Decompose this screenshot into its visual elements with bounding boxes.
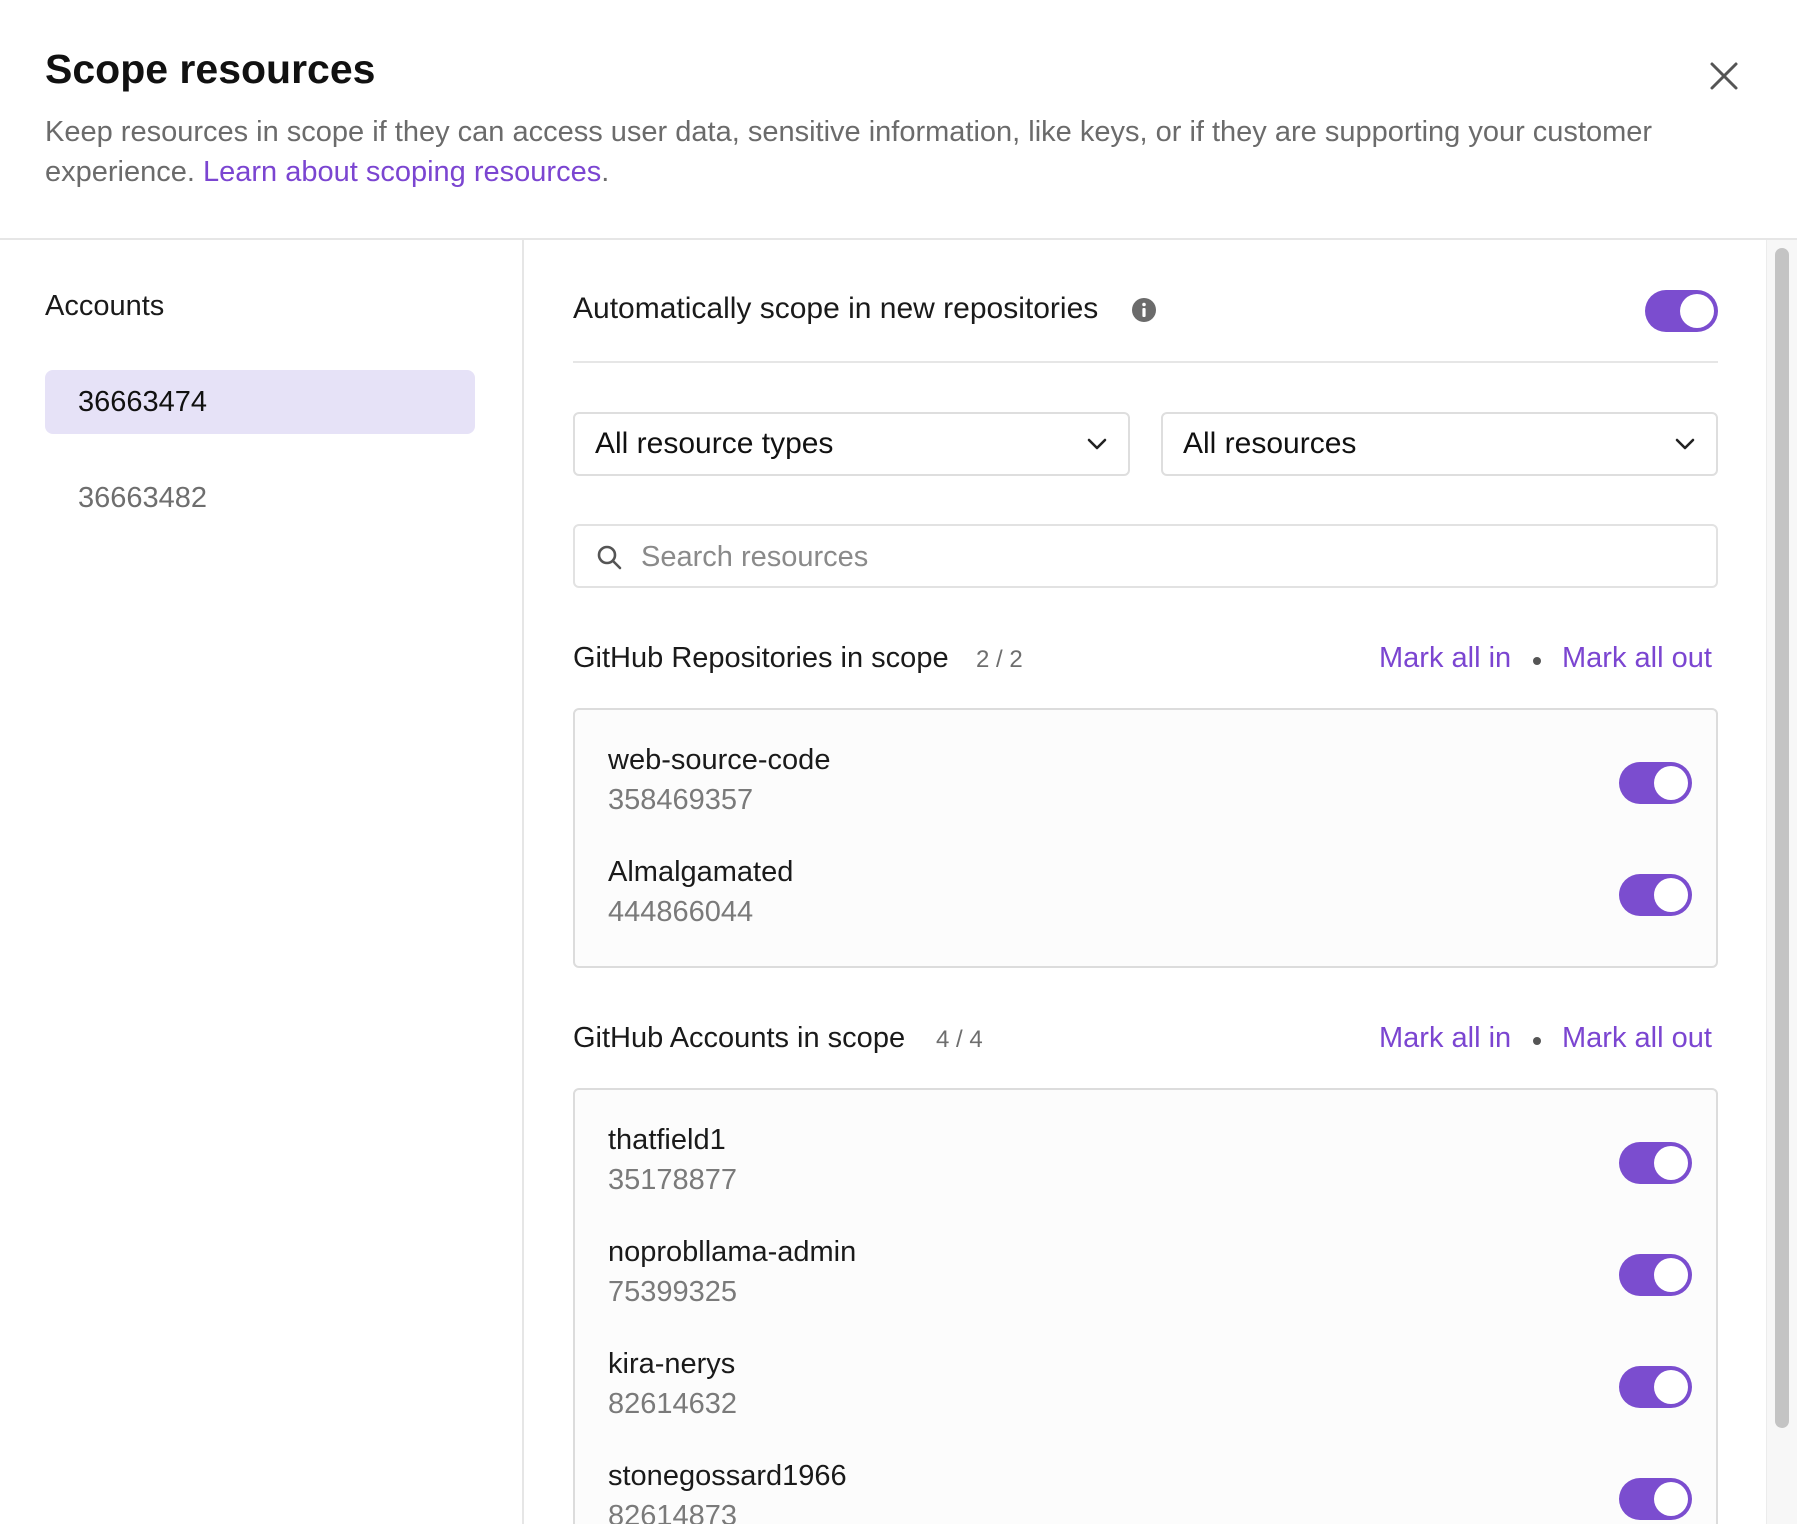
modal-description: Keep resources in scope if they can acce… [45,112,1745,192]
main-panel: Automatically scope in new repositories … [573,240,1718,1524]
modal-header: Scope resources Keep resources in scope … [0,0,1797,240]
auto-scope-label: Automatically scope in new repositories [573,292,1099,325]
separator-dot [1533,657,1541,665]
close-button[interactable] [1700,52,1748,100]
repositories-list: web-source-code 358469357 Almalgamated 4… [573,708,1718,968]
toggle-knob [1654,766,1688,800]
list-item: thatfield1 35178877 [608,1124,1692,1224]
item-scope-toggle[interactable] [1619,1478,1692,1520]
accounts-heading: Accounts [45,290,165,322]
resource-type-value: All resource types [595,427,834,460]
item-scope-toggle[interactable] [1619,1142,1692,1184]
list-item: kira-nerys 82614632 [608,1348,1692,1448]
accounts-list: thatfield1 35178877 noprobllama-admin 75… [573,1088,1718,1524]
item-id: 82614873 [608,1500,738,1524]
section-title: GitHub Accounts in scope [573,1022,906,1054]
item-name: noprobllama-admin [608,1236,857,1268]
item-scope-toggle[interactable] [1619,874,1692,916]
item-scope-toggle[interactable] [1619,1366,1692,1408]
section-count: 4 / 4 [936,1026,983,1053]
section-count: 2 / 2 [976,646,1023,673]
list-item: Almalgamated 444866044 [608,856,1692,956]
search-box [573,524,1718,588]
toggle-knob [1654,1482,1688,1516]
list-item: stonegossard1966 82614873 [608,1460,1692,1524]
toggle-knob [1654,878,1688,912]
item-name: web-source-code [608,744,831,776]
account-item-36663474[interactable]: 36663474 [45,370,475,434]
info-icon[interactable] [1131,297,1157,323]
section-title: GitHub Repositories in scope [573,642,949,674]
resource-type-dropdown[interactable]: All resource types [573,412,1130,476]
item-scope-toggle[interactable] [1619,762,1692,804]
list-item: noprobllama-admin 75399325 [608,1236,1692,1336]
learn-about-scoping-link[interactable]: Learn about scoping resources [203,156,601,188]
chevron-down-icon [1675,438,1695,450]
resources-dropdown[interactable]: All resources [1161,412,1718,476]
search-icon [597,545,622,570]
search-input[interactable] [639,532,1693,582]
chevron-down-icon [1087,438,1107,450]
list-item: web-source-code 358469357 [608,744,1692,844]
item-name: Almalgamated [608,856,794,888]
accounts-section-header: GitHub Accounts in scope 4 / 4 Mark all … [573,1018,1718,1062]
mark-all-out-button[interactable]: Mark all out [1562,1022,1712,1055]
resources-value: All resources [1183,427,1357,460]
item-id: 75399325 [608,1276,738,1308]
item-scope-toggle[interactable] [1619,1254,1692,1296]
auto-scope-row: Automatically scope in new repositories [573,240,1718,363]
toggle-knob [1680,294,1714,328]
repositories-section-header: GitHub Repositories in scope 2 / 2 Mark … [573,638,1718,682]
toggle-knob [1654,1370,1688,1404]
accounts-sidebar: Accounts 36663474 36663482 [0,240,524,1524]
scrollbar-thumb[interactable] [1775,248,1789,1428]
separator-dot [1533,1037,1541,1045]
auto-scope-toggle[interactable] [1645,290,1718,332]
account-item-36663482[interactable]: 36663482 [45,466,475,530]
item-id: 82614632 [608,1388,738,1420]
toggle-knob [1654,1258,1688,1292]
toggle-knob [1654,1146,1688,1180]
item-name: kira-nerys [608,1348,736,1380]
item-name: thatfield1 [608,1124,726,1156]
mark-all-in-button[interactable]: Mark all in [1379,1022,1511,1055]
description-period: . [601,156,610,188]
item-id: 444866044 [608,896,754,928]
item-id: 35178877 [608,1164,738,1196]
mark-all-in-button[interactable]: Mark all in [1379,642,1511,675]
item-name: stonegossard1966 [608,1460,847,1492]
item-id: 358469357 [608,784,754,816]
mark-all-out-button[interactable]: Mark all out [1562,642,1712,675]
close-icon [1710,62,1738,90]
scope-resources-modal: Scope resources Keep resources in scope … [0,0,1797,1524]
page-title: Scope resources [45,46,376,92]
